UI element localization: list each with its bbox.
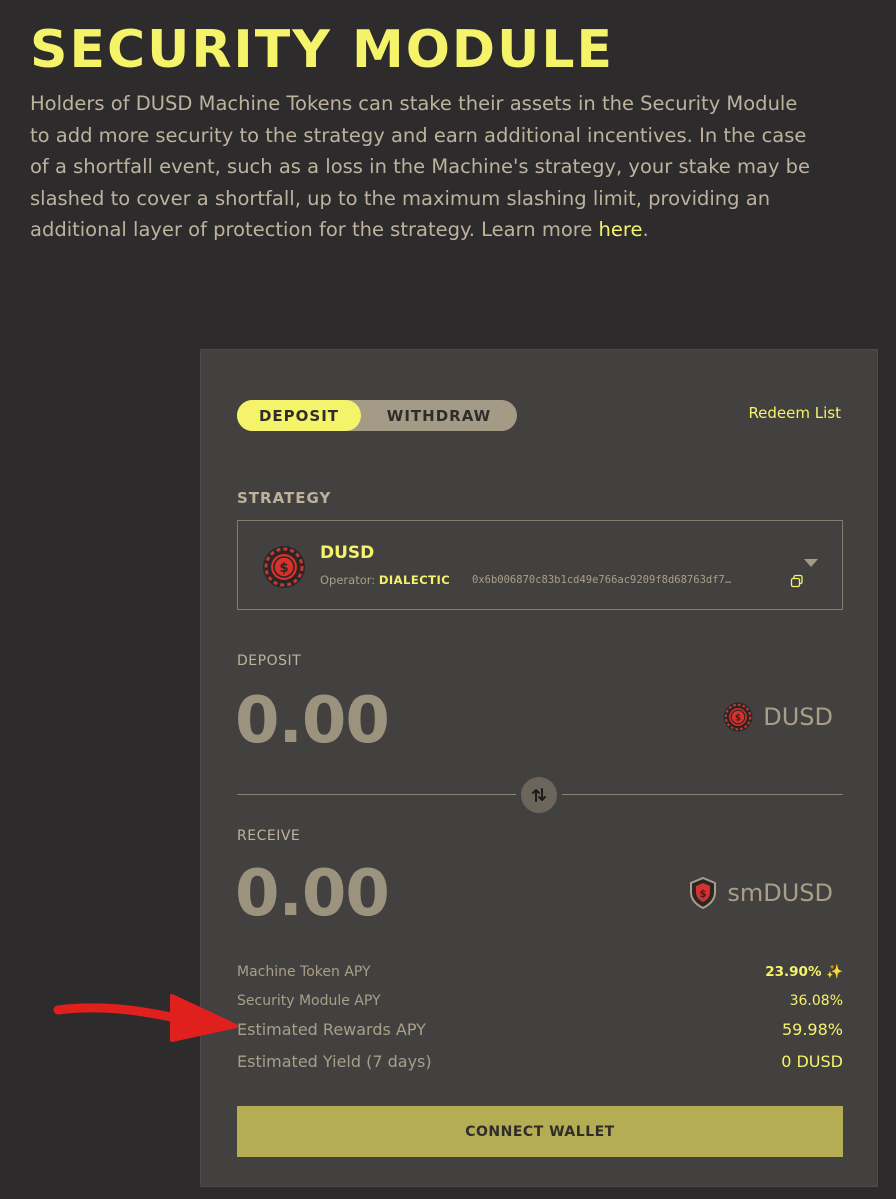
swap-button[interactable] xyxy=(516,772,562,818)
strategy-name: DUSD xyxy=(320,543,375,563)
redeem-list-link[interactable]: Redeem List xyxy=(748,404,841,422)
strategy-label: STRATEGY xyxy=(237,489,332,507)
tab-withdraw[interactable]: WITHDRAW xyxy=(361,400,517,431)
security-module-apy-row: Security Module APY 36.08% xyxy=(237,993,843,1009)
estimated-rewards-apy-row: Estimated Rewards APY 59.98% xyxy=(237,1020,843,1039)
receive-label: RECEIVE xyxy=(237,828,301,844)
operator-name: DIALECTIC xyxy=(378,573,451,587)
deposit-amount-input[interactable]: 0.00 xyxy=(235,684,390,758)
copy-icon[interactable] xyxy=(790,574,804,588)
staking-card: DEPOSIT WITHDRAW Redeem List STRATEGY $ … xyxy=(200,349,878,1187)
deposit-token: $ DUSD xyxy=(723,702,833,732)
receive-unit: smDUSD xyxy=(727,879,833,907)
svg-text:$: $ xyxy=(735,713,741,723)
machine-apy-label: Machine Token APY xyxy=(237,964,371,980)
operator-label: Operator: xyxy=(320,573,379,587)
yield-value: 0 DUSD xyxy=(781,1052,843,1071)
receive-amount: 0.00 xyxy=(235,857,390,931)
estimated-yield-row: Estimated Yield (7 days) 0 DUSD xyxy=(237,1052,843,1071)
connect-wallet-button[interactable]: CONNECT WALLET xyxy=(237,1106,843,1157)
yield-label: Estimated Yield (7 days) xyxy=(237,1052,432,1071)
rewards-apy-label: Estimated Rewards APY xyxy=(237,1020,426,1039)
dusd-token-icon: $ xyxy=(263,546,305,588)
svg-text:$: $ xyxy=(700,889,707,900)
smdusd-shield-icon: $ xyxy=(690,877,717,909)
deposit-withdraw-toggle: DEPOSIT WITHDRAW xyxy=(237,400,517,431)
receive-token: $ smDUSD xyxy=(689,877,833,909)
security-module-page: SECURITY MODULE Holders of DUSD Machine … xyxy=(0,0,896,1199)
machine-token-apy-row: Machine Token APY 23.90% ✨ xyxy=(237,964,843,980)
machine-apy-value-wrap: 23.90% ✨ xyxy=(765,964,843,980)
description-text: Holders of DUSD Machine Tokens can stake… xyxy=(30,92,811,242)
svg-text:$: $ xyxy=(279,561,288,576)
tab-deposit[interactable]: DEPOSIT xyxy=(237,400,361,431)
sparkle-icon: ✨ xyxy=(826,964,843,980)
strategy-address: 0x6b006870c83b1cd49e766ac9209f8d68763df7… xyxy=(472,574,732,586)
machine-apy-value: 23.90% xyxy=(765,964,822,980)
page-description: Holders of DUSD Machine Tokens can stake… xyxy=(30,88,820,246)
security-apy-label: Security Module APY xyxy=(237,993,381,1009)
chevron-down-icon[interactable] xyxy=(804,559,818,567)
learn-more-link[interactable]: here xyxy=(599,218,643,241)
deposit-label: DEPOSIT xyxy=(237,653,302,669)
swap-arrows-icon xyxy=(532,788,546,802)
dusd-token-icon: $ xyxy=(723,702,753,732)
page-title: SECURITY MODULE xyxy=(30,20,614,80)
red-arrow-annotation-icon xyxy=(53,994,238,1042)
strategy-select[interactable]: $ DUSD Operator: DIALECTIC 0x6b006870c83… xyxy=(237,520,843,610)
strategy-operator: Operator: DIALECTIC xyxy=(320,573,450,587)
rewards-apy-value: 59.98% xyxy=(781,1020,843,1039)
description-suffix: . xyxy=(642,218,649,242)
security-apy-value: 36.08% xyxy=(789,993,843,1009)
deposit-unit: DUSD xyxy=(763,703,833,731)
